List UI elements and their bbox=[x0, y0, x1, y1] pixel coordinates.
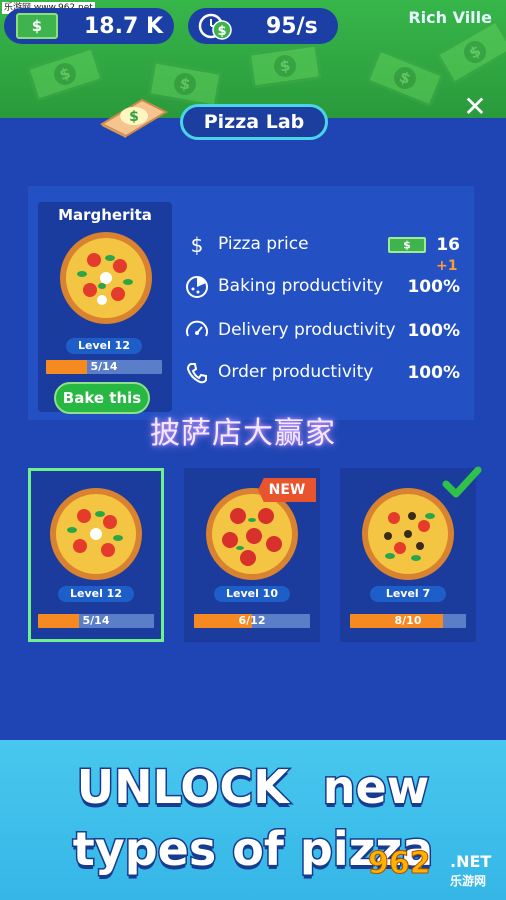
bake-this-button[interactable]: Bake this bbox=[54, 382, 150, 414]
price-increase: +1 bbox=[436, 258, 458, 274]
site-logo: 962 .NET 乐游网 bbox=[366, 846, 502, 896]
speedometer-icon bbox=[186, 320, 208, 337]
rate-value: 95/s bbox=[266, 13, 318, 39]
city-name: Rich Ville bbox=[408, 8, 492, 27]
money-value: 18.7 K bbox=[84, 13, 163, 39]
stat-value: 100% bbox=[407, 363, 460, 383]
checkmark-icon bbox=[442, 466, 482, 498]
stat-baking-productivity: Baking productivity 100% bbox=[184, 274, 474, 300]
money-decoration bbox=[435, 18, 506, 86]
promo-word: UNLOCK bbox=[75, 759, 290, 816]
promo-word: new bbox=[321, 759, 430, 816]
level-badge: Level 12 bbox=[66, 338, 142, 354]
dollar-bill-icon: $ bbox=[16, 13, 58, 39]
level-badge: Level 7 bbox=[370, 586, 446, 602]
dollar-icon: $ bbox=[190, 233, 204, 257]
page-title: Pizza Lab bbox=[180, 104, 328, 140]
level-progress-bar: 8/10 bbox=[350, 614, 466, 628]
stat-label: Delivery productivity bbox=[218, 320, 396, 340]
svg-text:$: $ bbox=[129, 109, 139, 125]
stat-label: Pizza price bbox=[218, 234, 309, 254]
stat-order-productivity: Order productivity 100% bbox=[184, 360, 474, 386]
pizza-slice-icon bbox=[186, 276, 208, 298]
stat-label: Baking productivity bbox=[218, 276, 384, 296]
svg-text:$: $ bbox=[217, 24, 226, 39]
pizza-name: Margherita bbox=[58, 206, 152, 224]
money-decoration bbox=[365, 48, 445, 108]
phone-icon bbox=[186, 363, 207, 384]
level-progress-bar: 6/12 bbox=[194, 614, 310, 628]
progress-text: 5/14 bbox=[90, 360, 118, 373]
overlay-watermark-text: 披萨店大赢家 bbox=[150, 416, 336, 451]
promo-line-1: UNLOCK new bbox=[0, 759, 506, 816]
stat-pizza-price: $ Pizza price $ 16 bbox=[184, 232, 474, 258]
stat-delivery-productivity: Delivery productivity 100% bbox=[184, 318, 474, 344]
stat-value: 100% bbox=[407, 321, 460, 341]
level-progress-bar: 5/14 bbox=[38, 614, 154, 628]
money-decoration bbox=[26, 46, 104, 102]
progress-text: 5/14 bbox=[82, 614, 110, 627]
stat-value: 100% bbox=[407, 277, 460, 297]
dollar-bill-icon: $ bbox=[388, 237, 426, 253]
pizza-card-margherita[interactable]: Level 12 5/14 bbox=[28, 468, 164, 642]
progress-text: 6/12 bbox=[238, 614, 266, 627]
clock-dollar-icon: $ bbox=[198, 13, 232, 40]
money-counter[interactable]: $ 18.7 K bbox=[4, 8, 174, 44]
pizza-box-icon: $ bbox=[99, 98, 168, 138]
level-badge: Level 12 bbox=[58, 586, 134, 602]
stat-value: 16 bbox=[436, 235, 460, 255]
veggie-pizza-icon bbox=[362, 488, 454, 580]
stat-label: Order productivity bbox=[218, 362, 374, 382]
logo-name: 乐游网 bbox=[450, 874, 487, 888]
close-button[interactable]: ✕ bbox=[460, 92, 490, 122]
logo-number: 962 bbox=[368, 846, 432, 882]
new-badge: NEW bbox=[258, 478, 316, 502]
margherita-pizza-icon bbox=[60, 232, 152, 324]
money-decoration bbox=[247, 43, 323, 89]
income-rate-counter[interactable]: $ 95/s bbox=[188, 8, 338, 44]
level-badge: Level 10 bbox=[214, 586, 290, 602]
progress-text: 8/10 bbox=[394, 614, 422, 627]
level-progress-bar: 5/14 bbox=[46, 360, 162, 374]
logo-domain: .NET bbox=[450, 852, 492, 871]
margherita-pizza-icon bbox=[50, 488, 142, 580]
